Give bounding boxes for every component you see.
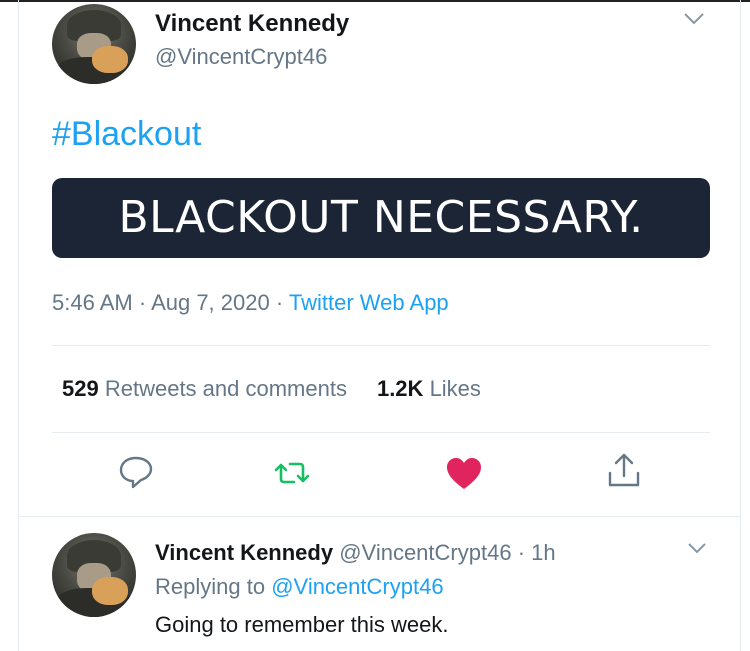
reply-author-handle[interactable]: @VincentCrypt46 bbox=[339, 540, 511, 565]
tweet-image-text: BLACKOUT NECESSARY. bbox=[118, 192, 644, 243]
retweets-stat[interactable]: 529 Retweets and comments bbox=[62, 376, 347, 401]
share-icon[interactable] bbox=[604, 451, 644, 491]
heart-icon[interactable] bbox=[444, 454, 484, 494]
reply-author-name[interactable]: Vincent Kennedy bbox=[155, 540, 333, 565]
reply-age[interactable]: 1h bbox=[531, 540, 555, 565]
card-edge-left bbox=[18, 0, 19, 651]
card-edge-right bbox=[740, 0, 741, 651]
chevron-down-icon[interactable] bbox=[686, 540, 708, 556]
divider bbox=[52, 345, 710, 346]
likes-stat[interactable]: 1.2K Likes bbox=[377, 376, 481, 401]
tweet-date[interactable]: Aug 7, 2020 bbox=[151, 290, 270, 315]
reply-icon[interactable] bbox=[116, 452, 156, 492]
divider bbox=[18, 516, 740, 517]
divider bbox=[52, 432, 710, 433]
author-handle[interactable]: @VincentCrypt46 bbox=[155, 44, 327, 70]
chevron-down-icon[interactable] bbox=[682, 10, 706, 28]
tweet-image[interactable]: BLACKOUT NECESSARY. bbox=[52, 178, 710, 258]
replying-to-line: Replying to @VincentCrypt46 bbox=[155, 574, 444, 599]
hashtag-link[interactable]: #Blackout bbox=[52, 115, 201, 154]
avatar[interactable] bbox=[52, 4, 136, 84]
top-border bbox=[0, 0, 750, 2]
tweet-metadata: 5:46 AM · Aug 7, 2020 · Twitter Web App bbox=[52, 290, 449, 315]
reply-header: Vincent Kennedy @VincentCrypt46 · 1h bbox=[155, 540, 556, 565]
reply-text: Going to remember this week. bbox=[155, 612, 449, 637]
author-name[interactable]: Vincent Kennedy bbox=[155, 10, 349, 38]
tweet-stats: 529 Retweets and comments 1.2K Likes bbox=[62, 376, 481, 402]
reply-avatar[interactable] bbox=[52, 533, 136, 617]
tweet-time: 5:46 AM bbox=[52, 290, 133, 315]
retweet-icon[interactable] bbox=[272, 453, 312, 493]
replying-to-link[interactable]: @VincentCrypt46 bbox=[271, 574, 443, 599]
tweet-source[interactable]: Twitter Web App bbox=[289, 290, 449, 315]
